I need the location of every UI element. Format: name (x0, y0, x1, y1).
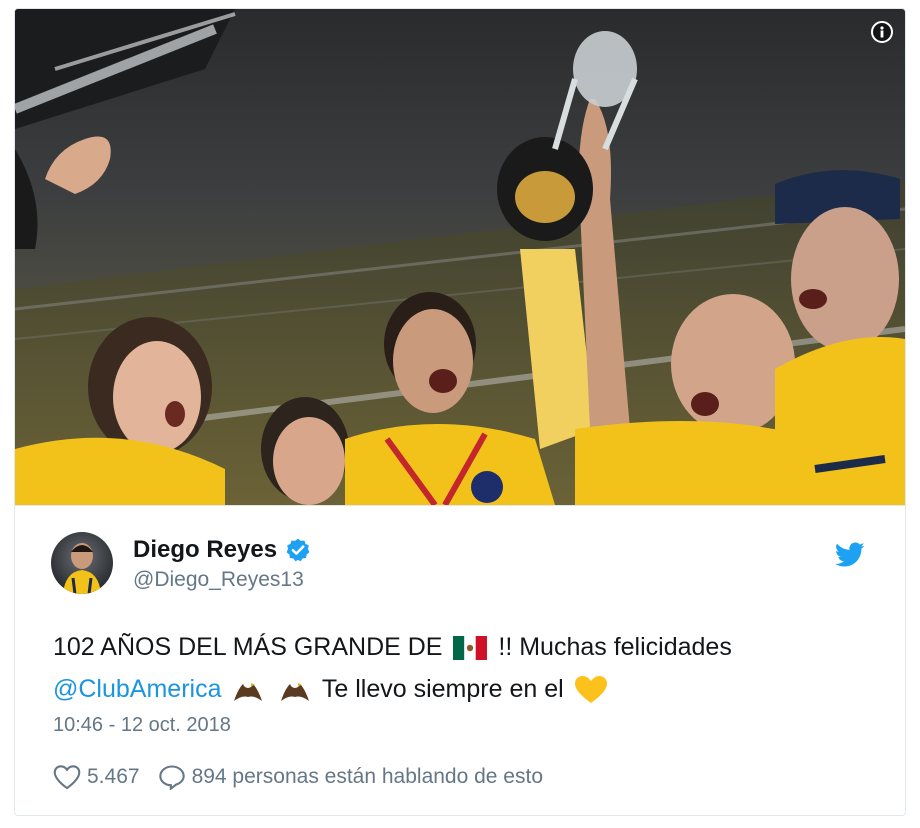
heart-outline-icon[interactable] (53, 764, 81, 790)
author-handle[interactable]: @Diego_Reyes13 (133, 568, 304, 592)
author-avatar[interactable] (51, 532, 113, 594)
tweet-photo[interactable] (15, 9, 905, 505)
tweet-text-part1: 102 AÑOS DEL MÁS GRANDE DE (53, 633, 443, 661)
conversation-count[interactable]: 894 personas están hablando de esto (192, 765, 543, 789)
likes-count: 5.467 (87, 765, 140, 788)
tweet-actions: 5.467 894 personas están hablando de est… (53, 764, 561, 790)
eagle-emoji (234, 678, 263, 702)
speech-bubble-icon[interactable] (158, 764, 186, 790)
yellow-heart-emoji (574, 676, 607, 704)
eagle-emoji-2 (281, 678, 310, 702)
photo-celebration-illustration (15, 9, 905, 505)
tweet-text: 102 AÑOS DEL MÁS GRANDE DE !! Muchas fel… (53, 626, 873, 710)
tweet-timestamp[interactable]: 10:46 - 12 oct. 2018 (53, 714, 231, 737)
author-name-row: Diego Reyes (133, 536, 311, 564)
tweet-text-part3: Te llevo siempre en el (321, 675, 564, 703)
tweet-body: Diego Reyes @Diego_Reyes13 102 AÑOS DEL … (15, 505, 905, 815)
mexico-flag-emoji (453, 636, 488, 661)
twitter-bird-icon[interactable] (835, 542, 865, 568)
club-america-mention-link[interactable]: @ClubAmerica (53, 675, 221, 703)
author-name[interactable]: Diego Reyes (133, 536, 277, 564)
tweet-embed-card: Diego Reyes @Diego_Reyes13 102 AÑOS DEL … (14, 8, 906, 816)
info-icon[interactable] (871, 21, 893, 43)
tweet-text-part2: !! Muchas felicidades (498, 633, 732, 661)
verified-badge-icon (286, 538, 310, 562)
